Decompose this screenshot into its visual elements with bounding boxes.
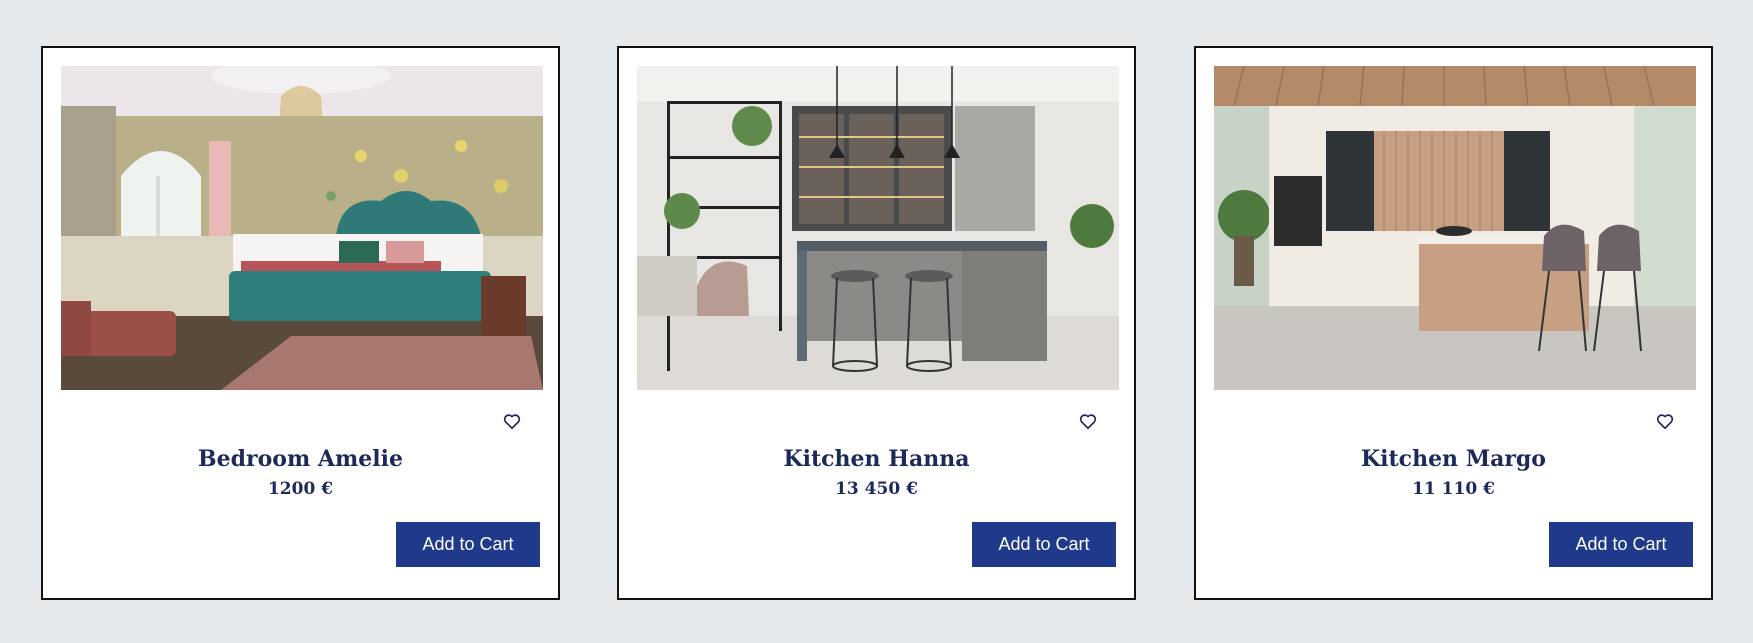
wishlist-button[interactable] (1652, 408, 1678, 434)
heart-outline-icon (1079, 413, 1097, 429)
wishlist-button[interactable] (1075, 408, 1101, 434)
heart-outline-icon (1656, 413, 1674, 429)
product-price: 11 110 € (1412, 479, 1495, 499)
product-image[interactable] (61, 66, 543, 390)
product-image[interactable] (637, 66, 1119, 390)
product-image[interactable] (1214, 66, 1696, 390)
product-title: Kitchen Hanna (783, 446, 970, 472)
kitchen-photo (637, 66, 1119, 390)
add-to-cart-button[interactable]: Add to Cart (972, 522, 1116, 567)
wishlist-button[interactable] (499, 408, 525, 434)
product-card: Kitchen Hanna 13 450 € Add to Cart (617, 46, 1136, 600)
product-grid: Bedroom Amelie 1200 € Add to Cart Kitche… (0, 0, 1753, 643)
product-title: Kitchen Margo (1361, 446, 1546, 472)
kitchen-photo (1214, 66, 1696, 390)
add-to-cart-button[interactable]: Add to Cart (396, 522, 540, 567)
add-to-cart-button[interactable]: Add to Cart (1549, 522, 1693, 567)
product-card: Bedroom Amelie 1200 € Add to Cart (41, 46, 560, 600)
product-card: Kitchen Margo 11 110 € Add to Cart (1194, 46, 1713, 600)
bedroom-photo (61, 66, 543, 390)
product-title: Bedroom Amelie (198, 446, 403, 472)
product-price: 1200 € (267, 479, 334, 499)
product-price: 13 450 € (835, 479, 918, 499)
heart-outline-icon (503, 413, 521, 429)
